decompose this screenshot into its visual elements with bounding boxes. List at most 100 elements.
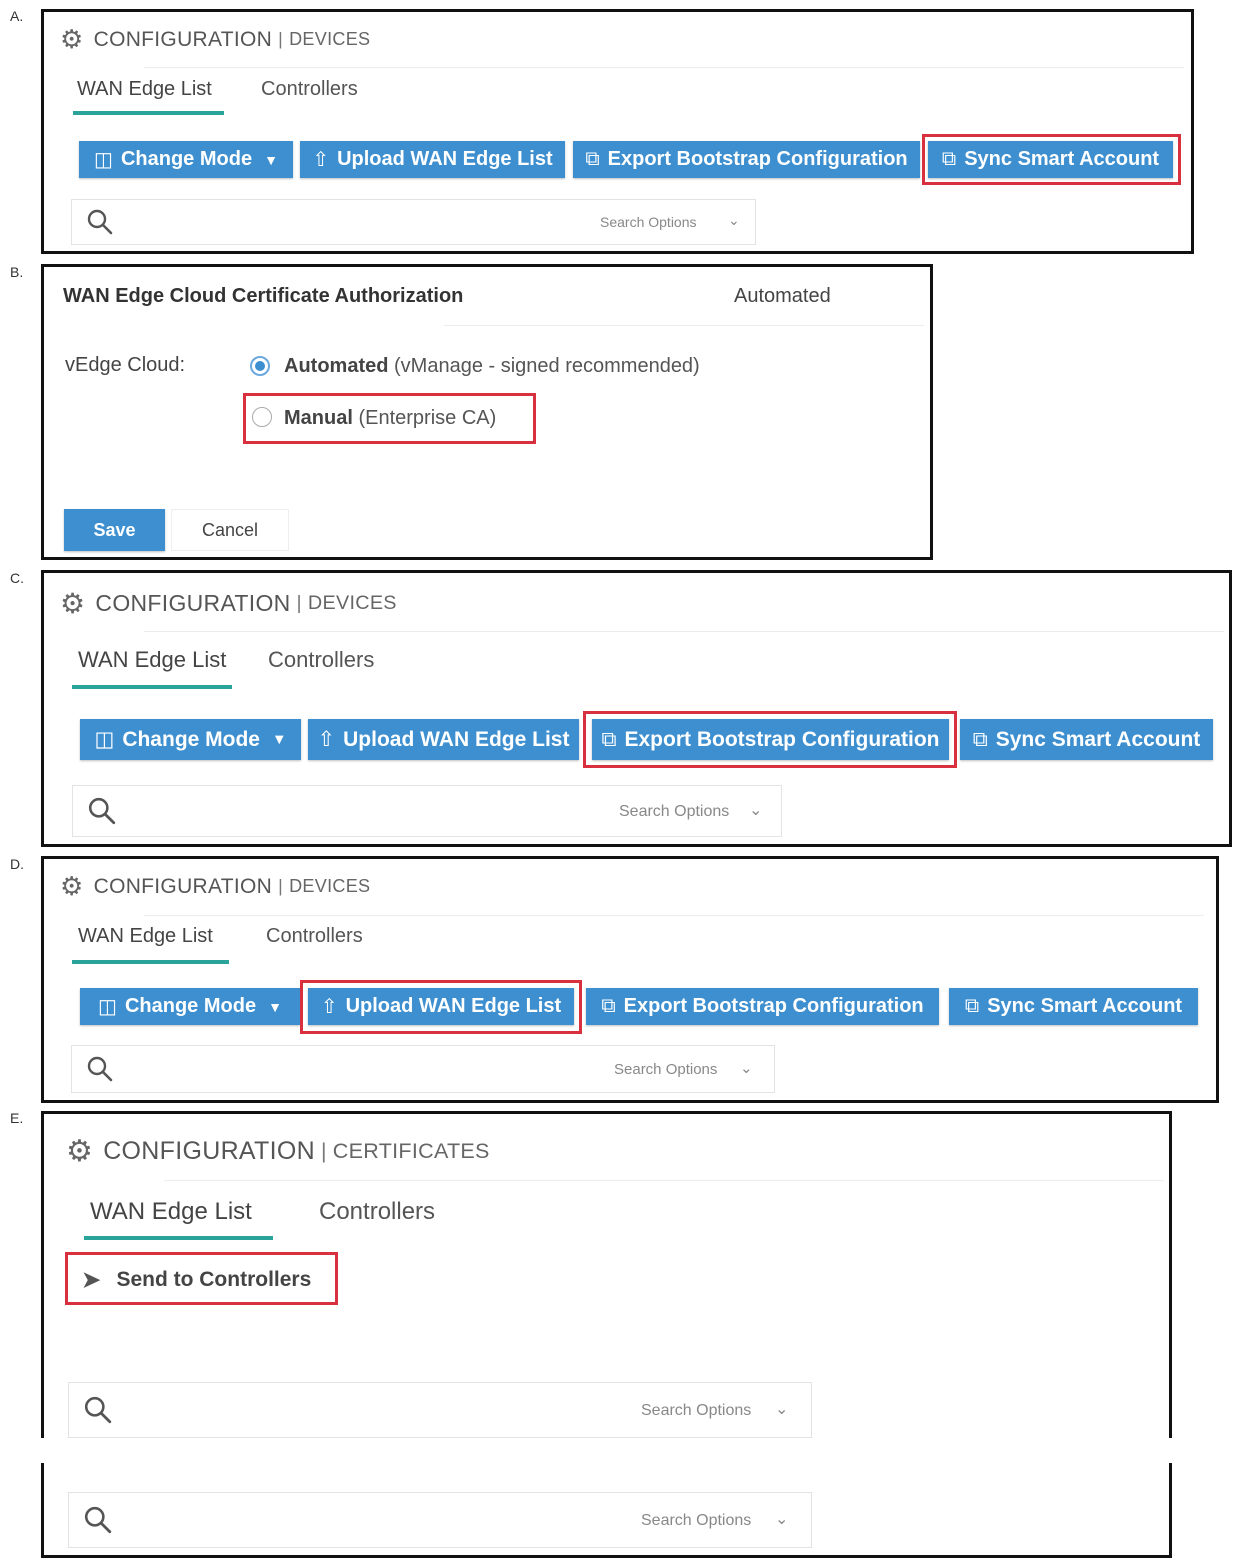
header-separator: | xyxy=(296,592,302,614)
current-value: Automated xyxy=(734,285,831,307)
option-letter-e: E. xyxy=(10,1110,24,1126)
export-label: Export Bootstrap Configuration xyxy=(623,995,924,1017)
cancel-label: Cancel xyxy=(201,519,259,540)
option-letter-b: B. xyxy=(10,264,24,280)
search-icon xyxy=(87,209,113,235)
chevron-down-icon[interactable]: ⌄ xyxy=(740,1059,753,1077)
upload-wan-edge-list-button[interactable]: ⇧ Upload WAN Edge List xyxy=(300,141,565,178)
tab-active-underline xyxy=(84,1236,273,1240)
automated-detail: (vManage - signed recommended) xyxy=(394,355,700,377)
search-bar-duplicate[interactable]: Search Options ⌄ xyxy=(68,1492,812,1548)
gear-icon: ⚙ xyxy=(60,24,84,54)
title-divider xyxy=(444,325,924,326)
caret-down-icon: ▼ xyxy=(268,998,282,1015)
header-title: CONFIGURATION xyxy=(93,27,273,51)
sync-smart-account-button[interactable]: ⧉ Sync Smart Account xyxy=(949,988,1198,1025)
option-letter-c: C. xyxy=(10,570,24,586)
settings-title: WAN Edge Cloud Certificate Authorization xyxy=(63,285,464,307)
header-separator: | xyxy=(320,1139,327,1163)
search-options-label[interactable]: Search Options xyxy=(641,1402,751,1420)
highlight-box xyxy=(583,711,957,768)
automated-label: Automated (vManage - signed recommended) xyxy=(284,355,700,378)
radio-automated[interactable] xyxy=(250,356,270,376)
search-bar[interactable]: Search Options ⌄ xyxy=(71,1045,775,1093)
search-options-label[interactable]: Search Options xyxy=(614,1061,717,1078)
gear-icon: ⚙ xyxy=(60,588,86,619)
change-mode-icon: ◫ xyxy=(94,728,115,751)
highlight-box xyxy=(65,1252,338,1305)
header-divider xyxy=(144,915,1204,916)
vedge-cloud-label: vEdge Cloud: xyxy=(65,354,186,376)
sync-icon: ⧉ xyxy=(964,995,980,1017)
option-letter-a: A. xyxy=(10,8,24,24)
search-bar[interactable]: Search Options ⌄ xyxy=(71,199,756,245)
save-button[interactable]: Save xyxy=(64,509,165,551)
panel-c: ⚙ CONFIGURATION | DEVICES WAN Edge List … xyxy=(41,570,1232,847)
header-subtitle: DEVICES xyxy=(307,592,397,614)
search-icon xyxy=(84,1396,112,1424)
tab-controllers[interactable]: Controllers xyxy=(266,925,363,948)
gear-icon: ⚙ xyxy=(60,871,84,901)
header-subtitle: CERTIFICATES xyxy=(332,1139,490,1163)
header-separator: | xyxy=(278,29,284,49)
header-subtitle: DEVICES xyxy=(289,29,371,49)
header-divider xyxy=(164,1180,1164,1181)
image-gap xyxy=(0,1438,1250,1463)
panel-d: ⚙ CONFIGURATION | DEVICES WAN Edge List … xyxy=(41,856,1219,1103)
sync-icon: ⧉ xyxy=(972,727,988,751)
page-header: ⚙ CONFIGURATION | DEVICES xyxy=(60,871,370,902)
search-icon xyxy=(88,797,116,825)
page-header: ⚙ CONFIGURATION | DEVICES xyxy=(60,587,397,620)
header-title: CONFIGURATION xyxy=(95,590,291,616)
chevron-down-icon[interactable]: ⌄ xyxy=(775,1399,788,1419)
change-mode-button[interactable]: ◫ Change Mode ▼ xyxy=(80,988,300,1025)
sync-smart-account-button[interactable]: ⧉ Sync Smart Account xyxy=(960,719,1213,760)
upload-wan-edge-list-button[interactable]: ⇧ Upload WAN Edge List xyxy=(308,719,579,760)
change-mode-label: Change Mode xyxy=(120,148,253,170)
save-label: Save xyxy=(93,519,136,540)
tab-controllers[interactable]: Controllers xyxy=(261,78,358,101)
header-title: CONFIGURATION xyxy=(103,1137,315,1165)
change-mode-button[interactable]: ◫ Change Mode ▼ xyxy=(80,719,301,760)
automated-text: Automated xyxy=(284,355,389,377)
cancel-button[interactable]: Cancel xyxy=(171,509,289,551)
search-options-label[interactable]: Search Options xyxy=(641,1512,751,1530)
page-header: ⚙ CONFIGURATION | DEVICES xyxy=(60,24,370,55)
search-icon xyxy=(84,1506,112,1534)
change-mode-icon: ◫ xyxy=(94,149,113,171)
chevron-down-icon[interactable]: ⌄ xyxy=(749,800,762,820)
panel-b: WAN Edge Cloud Certificate Authorization… xyxy=(41,264,933,560)
tab-wan-edge-list[interactable]: WAN Edge List xyxy=(77,78,212,101)
caret-down-icon: ▼ xyxy=(264,151,278,168)
search-options-label[interactable]: Search Options xyxy=(619,803,729,821)
tab-active-underline xyxy=(72,685,232,689)
search-options-label[interactable]: Search Options xyxy=(600,214,697,230)
header-divider xyxy=(144,631,1224,632)
search-bar[interactable]: Search Options ⌄ xyxy=(72,785,782,837)
caret-down-icon: ▼ xyxy=(271,731,287,748)
tab-wan-edge-list[interactable]: WAN Edge List xyxy=(90,1198,252,1226)
tab-wan-edge-list[interactable]: WAN Edge List xyxy=(78,925,213,948)
tab-wan-edge-list[interactable]: WAN Edge List xyxy=(78,647,226,673)
tab-controllers[interactable]: Controllers xyxy=(268,647,374,673)
header-title: CONFIGURATION xyxy=(93,874,273,898)
chevron-down-icon[interactable]: ⌄ xyxy=(728,212,740,229)
export-bootstrap-configuration-button[interactable]: ⧉ Export Bootstrap Configuration xyxy=(573,141,920,178)
export-label: Export Bootstrap Configuration xyxy=(607,148,908,170)
change-mode-button[interactable]: ◫ Change Mode ▼ xyxy=(79,141,293,178)
tab-active-underline xyxy=(73,111,224,115)
tab-controllers[interactable]: Controllers xyxy=(319,1198,435,1226)
chevron-down-icon[interactable]: ⌄ xyxy=(775,1509,788,1529)
search-bar[interactable]: Search Options ⌄ xyxy=(68,1382,812,1438)
sync-label: Sync Smart Account xyxy=(987,995,1183,1017)
gear-icon: ⚙ xyxy=(66,1135,94,1168)
change-mode-label: Change Mode xyxy=(122,727,260,751)
header-separator: | xyxy=(278,876,284,896)
export-bootstrap-configuration-button[interactable]: ⧉ Export Bootstrap Configuration xyxy=(586,988,939,1025)
tab-active-underline xyxy=(72,960,229,964)
highlight-box xyxy=(243,393,536,444)
header-divider xyxy=(144,67,1184,68)
highlight-box xyxy=(922,134,1181,185)
search-icon xyxy=(87,1056,113,1082)
change-mode-icon: ◫ xyxy=(98,996,117,1018)
